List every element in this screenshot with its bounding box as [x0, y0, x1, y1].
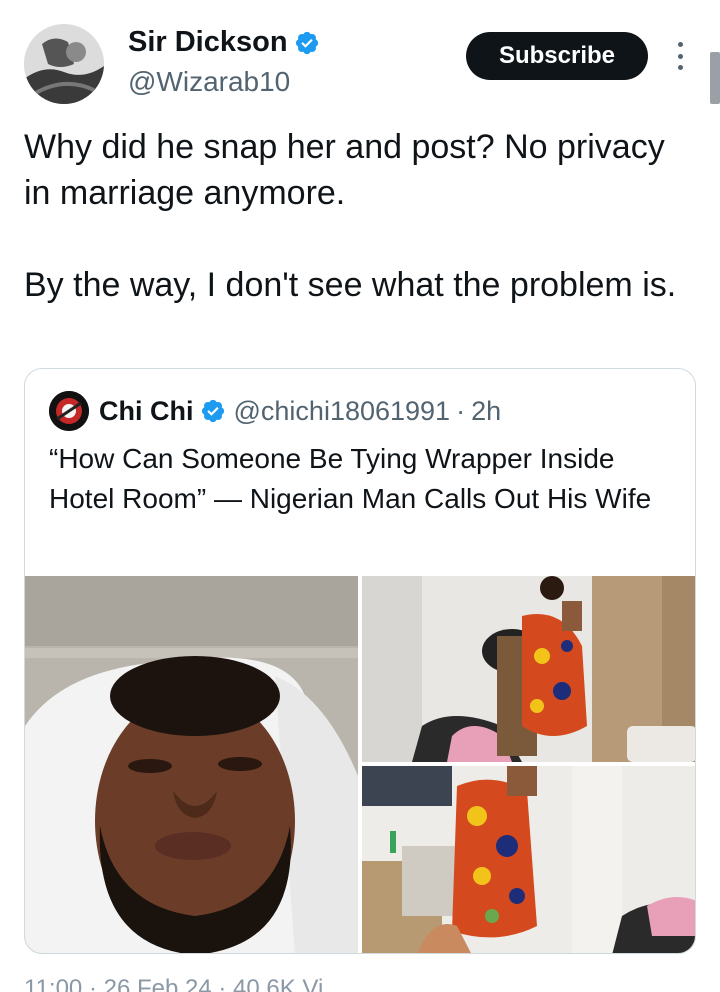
author-name-row[interactable]: Sir Dickson	[128, 26, 320, 59]
tweet-header: Sir Dickson @Wizarab10 Subscribe	[24, 24, 696, 104]
subscribe-button[interactable]: Subscribe	[466, 32, 648, 80]
quoted-tweet-header: Chi Chi @chichi18061991 · 2h	[49, 391, 501, 431]
quoted-author-handle[interactable]: @chichi18061991	[234, 396, 451, 427]
author-handle[interactable]: @Wizarab10	[128, 66, 290, 98]
quoted-timestamp[interactable]: 2h	[471, 396, 501, 427]
tweet-paragraph: Why did he snap her and post? No privacy…	[24, 128, 665, 212]
tweet-paragraph: By the way, I don't see what the problem…	[24, 266, 677, 304]
more-vertical-icon[interactable]	[672, 40, 688, 72]
media-photo-hotel-room[interactable]	[362, 576, 695, 762]
verified-badge-icon	[295, 31, 318, 54]
quoted-author-name[interactable]: Chi Chi	[99, 396, 194, 427]
quoted-tweet-card[interactable]: Chi Chi @chichi18061991 · 2h “How Can So…	[24, 368, 696, 954]
media-grid	[25, 576, 695, 953]
author-avatar[interactable]	[24, 24, 104, 104]
media-photo-wrapper-standing[interactable]	[362, 766, 695, 953]
quoted-tweet-text: “How Can Someone Be Tying Wrapper Inside…	[49, 443, 652, 514]
quoted-author-avatar[interactable]	[49, 391, 89, 431]
scrollbar-thumb[interactable]	[710, 52, 720, 104]
media-photo-selfie[interactable]	[25, 576, 358, 953]
author-display-name[interactable]: Sir Dickson	[128, 26, 288, 59]
tweet-body: Why did he snap her and post? No privacy…	[24, 124, 696, 308]
verified-badge-icon	[201, 399, 224, 423]
tweet-meta-footer: 11:00 · 26 Feb 24 · 40.6K Vi	[24, 975, 324, 992]
meta-separator: ·	[456, 395, 466, 426]
